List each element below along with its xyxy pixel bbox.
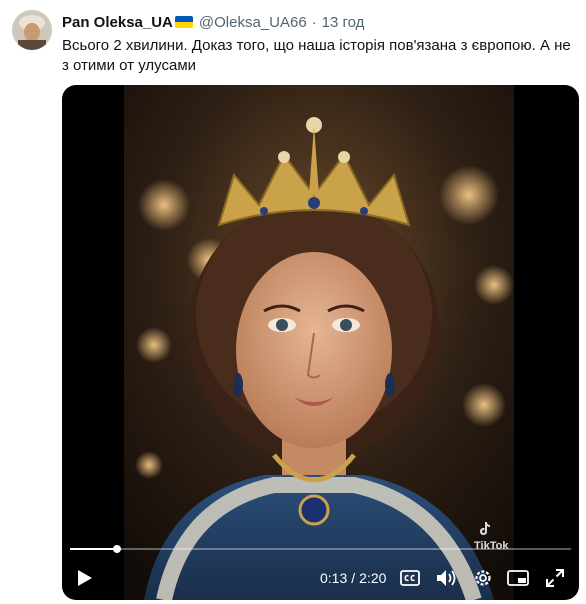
avatar-image xyxy=(12,10,52,50)
video-player[interactable]: TikTok 0:13 / 2:20 xyxy=(62,85,579,600)
display-name[interactable]: Pan Oleksa_UA xyxy=(62,14,173,31)
closed-captions-icon xyxy=(400,570,420,586)
video-still-image xyxy=(124,85,514,600)
tweet-header: Pan Oleksa_UA @Oleksa_UA66 · 13 год xyxy=(62,12,364,32)
avatar[interactable] xyxy=(12,10,52,50)
play-icon xyxy=(78,570,92,586)
ukraine-flag-icon xyxy=(174,16,193,28)
volume-button[interactable] xyxy=(434,556,460,600)
tiktok-logo-icon xyxy=(480,522,490,535)
gear-icon xyxy=(475,570,491,586)
fullscreen-button[interactable] xyxy=(542,556,568,600)
volume-icon xyxy=(437,570,456,586)
video-frame xyxy=(124,85,514,600)
time-display: 0:13 / 2:20 xyxy=(320,556,386,600)
captions-button[interactable] xyxy=(397,556,423,600)
tweet-text: Всього 2 хвилини. Доказ того, що наша іс… xyxy=(62,37,571,74)
progress-scrubber[interactable] xyxy=(112,545,121,553)
user-handle[interactable]: @Oleksa_UA66 xyxy=(199,14,307,31)
duration: 2:20 xyxy=(359,570,387,586)
picture-in-picture-icon xyxy=(507,570,529,586)
video-controls: 0:13 / 2:20 xyxy=(62,556,579,600)
settings-button[interactable] xyxy=(470,556,496,600)
picture-in-picture-button[interactable] xyxy=(505,556,531,600)
current-time: 0:13 xyxy=(320,570,348,586)
separator-dot: · xyxy=(311,13,317,31)
progress-bar[interactable] xyxy=(70,545,571,553)
play-button[interactable] xyxy=(72,556,98,600)
timestamp[interactable]: 13 год xyxy=(322,14,365,31)
progress-fill xyxy=(70,548,117,550)
fullscreen-icon xyxy=(546,569,564,587)
tiktok-watermark: TikTok xyxy=(474,540,509,552)
time-separator: / xyxy=(351,570,356,586)
